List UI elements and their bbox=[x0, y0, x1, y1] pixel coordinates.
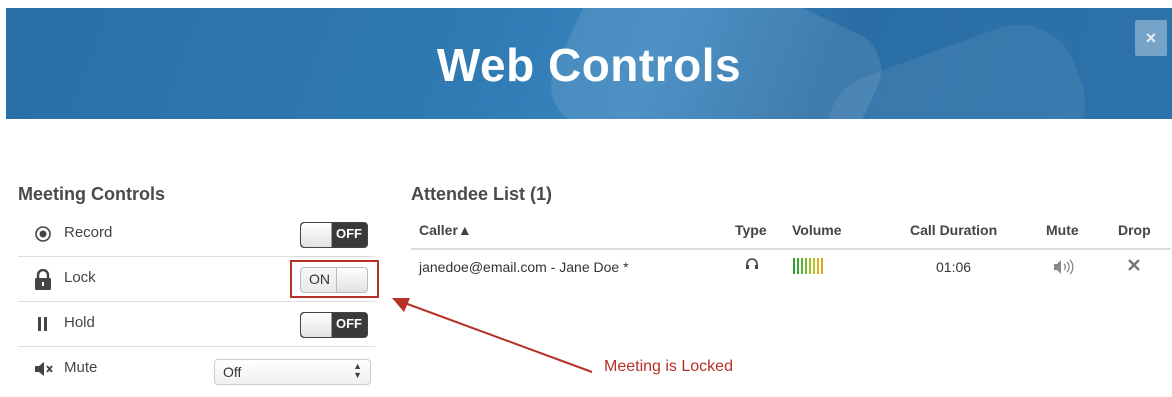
volume-bar bbox=[793, 258, 795, 274]
record-toggle-state: OFF bbox=[336, 226, 362, 241]
column-volume: Volume bbox=[792, 222, 842, 238]
select-arrows-icon: ▲ ▼ bbox=[353, 361, 362, 380]
toggle-knob bbox=[301, 313, 332, 337]
column-mute: Mute bbox=[1046, 222, 1079, 238]
caller-name: janedoe@email.com - Jane Doe * bbox=[419, 259, 629, 275]
mute-label: Mute bbox=[64, 359, 98, 376]
column-caller[interactable]: Caller▲ bbox=[419, 222, 472, 238]
volume-bar bbox=[801, 258, 803, 274]
control-row-record: Record OFF bbox=[18, 212, 375, 257]
hold-toggle[interactable]: OFF bbox=[300, 312, 368, 338]
volume-bar bbox=[805, 258, 807, 274]
column-call-duration: Call Duration bbox=[910, 222, 998, 238]
mute-select[interactable]: Off ▲ ▼ bbox=[214, 359, 371, 385]
pause-icon bbox=[33, 314, 53, 334]
volume-bar bbox=[821, 258, 823, 274]
mute-icon bbox=[33, 359, 53, 379]
header-banner: Web Controls bbox=[6, 8, 1172, 119]
volume-bar bbox=[817, 258, 819, 274]
close-icon[interactable] bbox=[1127, 258, 1141, 275]
lock-label: Lock bbox=[64, 269, 96, 286]
volume-bar bbox=[797, 258, 799, 274]
attendee-list-heading: Attendee List (1) bbox=[411, 184, 553, 204]
close-button[interactable]: × bbox=[1135, 20, 1167, 56]
hold-label: Hold bbox=[64, 314, 95, 331]
table-row: janedoe@email.com - Jane Doe * 01:06 bbox=[411, 256, 1171, 280]
meeting-controls-heading: Meeting Controls bbox=[18, 184, 165, 204]
record-icon bbox=[33, 224, 53, 244]
toggle-knob bbox=[301, 223, 332, 247]
record-label: Record bbox=[64, 224, 113, 241]
volume-bar bbox=[809, 258, 811, 274]
speaker-icon[interactable] bbox=[1052, 258, 1076, 279]
annotation-arrow bbox=[392, 298, 593, 373]
mute-select-value: Off bbox=[223, 364, 242, 380]
headset-icon bbox=[745, 257, 759, 274]
lock-icon bbox=[33, 268, 53, 290]
control-row-hold: Hold OFF bbox=[18, 302, 375, 347]
hold-toggle-state: OFF bbox=[336, 316, 362, 331]
annotation-text: Meeting is Locked bbox=[604, 358, 733, 375]
column-type: Type bbox=[735, 222, 767, 238]
volume-bar bbox=[813, 258, 815, 274]
page-title: Web Controls bbox=[436, 39, 742, 91]
call-duration: 01:06 bbox=[936, 259, 972, 275]
volume-meter bbox=[793, 258, 823, 274]
column-drop: Drop bbox=[1118, 222, 1151, 238]
record-toggle[interactable]: OFF bbox=[300, 222, 368, 248]
lock-highlight-box bbox=[290, 260, 379, 298]
attendee-table-header: Caller▲ Type Volume Call Duration Mute D… bbox=[411, 222, 1171, 250]
